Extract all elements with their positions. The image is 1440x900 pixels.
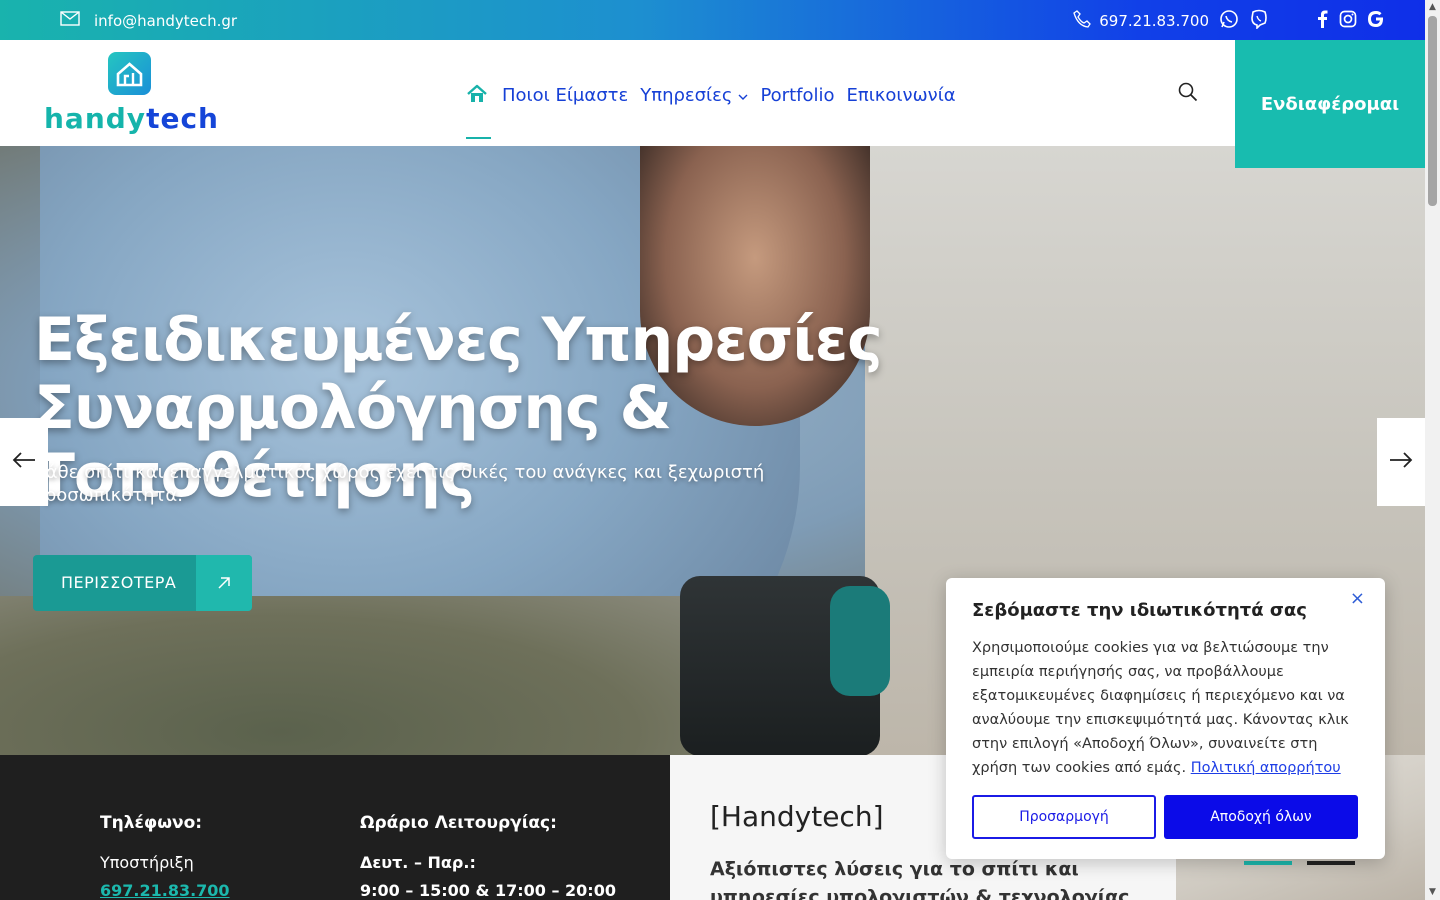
arrow-right-icon [1389, 451, 1413, 473]
viber-icon[interactable] [1249, 9, 1269, 33]
cookie-body: Χρησιμοποιούμε cookies για να βελτιώσουμ… [972, 636, 1364, 780]
contact-info-panel: Τηλέφωνο: Υποστήριξη 697.21.83.700 Ωράρι… [0, 755, 670, 900]
nav-portfolio[interactable]: Portfolio [760, 85, 834, 106]
hero-subtitle: Κάθε σπίτι και επαγγελματικός χώρος έχει… [34, 462, 765, 506]
whatsapp-icon[interactable] [1219, 9, 1239, 33]
scroll-up-icon[interactable]: ▲ [1428, 3, 1437, 12]
hours-column: Ωράριο Λειτουργίας: Δευτ. – Παρ.: 9:00 –… [360, 813, 616, 900]
privacy-policy-link[interactable]: Πολιτική απορρήτου [1191, 760, 1341, 776]
slider-next-button[interactable] [1377, 418, 1425, 506]
topbar-phone-text: 697.21.83.700 [1099, 12, 1209, 30]
logo-wordmark: handytech [44, 102, 219, 135]
nav-services-label: Υπηρεσίες [640, 84, 733, 106]
more-button-label: ΠΕΡΙΣΣΟΤΕΡΑ [61, 573, 177, 592]
instagram-icon[interactable] [1339, 10, 1357, 32]
phone-title: Τηλέφωνο: [100, 813, 203, 833]
site-logo[interactable]: handytech [44, 52, 219, 140]
scrollbar[interactable]: ▲ ▼ [1425, 0, 1440, 900]
brand-title: [Handytech] [710, 800, 884, 833]
chevron-down-icon [738, 85, 748, 106]
phone-link[interactable]: 697.21.83.700 [100, 881, 230, 900]
topbar-email[interactable]: info@handytech.gr [60, 11, 237, 30]
nav-contact[interactable]: Επικοινωνία [847, 85, 956, 106]
more-button[interactable]: ΠΕΡΙΣΣΟΤΕΡΑ [33, 555, 252, 611]
google-icon[interactable] [1367, 10, 1385, 32]
slider-dot[interactable] [1307, 861, 1355, 865]
topbar-email-text: info@handytech.gr [94, 11, 238, 30]
phone-icon [1073, 10, 1092, 32]
site-header: handytech Ποιοι Είμαστε Υπηρεσίες Portfo… [0, 40, 1425, 146]
logo-house-icon [108, 52, 151, 95]
home-icon[interactable] [466, 84, 491, 139]
hours-days: Δευτ. – Παρ.: [360, 853, 476, 872]
close-icon[interactable]: × [1350, 588, 1365, 609]
cookie-dialog: × Σεβόμαστε την ιδιωτικότητά σας Χρησιμο… [946, 578, 1385, 859]
nav-about[interactable]: Ποιοι Είμαστε [502, 85, 628, 106]
brand-tagline: Αξιόπιστες λύσεις για το σπίτι και υπηρε… [710, 858, 1130, 900]
slider-prev-button[interactable] [0, 418, 48, 506]
slider-dot-active[interactable] [1244, 861, 1292, 865]
customize-button[interactable]: Προσαρμογή [972, 795, 1156, 839]
interest-button[interactable]: Ενδιαφέρομαι [1235, 40, 1425, 168]
accept-all-button[interactable]: Αποδοχή όλων [1164, 795, 1358, 839]
hours-time: 9:00 – 15:00 & 17:00 – 20:00 [360, 881, 616, 900]
nav-services[interactable]: Υπηρεσίες [640, 85, 748, 106]
topbar-phone[interactable]: 697.21.83.700 [1073, 10, 1209, 32]
arrow-left-icon [12, 451, 36, 473]
hero-image-drill-accent [830, 586, 890, 696]
scrollbar-thumb[interactable] [1428, 16, 1437, 206]
hours-title: Ωράριο Λειτουργίας: [360, 813, 557, 833]
cookie-title: Σεβόμαστε την ιδιωτικότητά σας [972, 600, 1307, 621]
phone-column: Τηλέφωνο: Υποστήριξη 697.21.83.700 [100, 813, 230, 900]
phone-label: Υποστήριξη [100, 853, 194, 872]
scroll-down-icon[interactable]: ▼ [1428, 888, 1437, 897]
arrow-up-right-icon [196, 555, 252, 611]
facebook-icon[interactable] [1315, 10, 1329, 32]
hero-image-lower [0, 596, 700, 755]
mail-icon [60, 11, 80, 30]
cookie-body-text: Χρησιμοποιούμε cookies για να βελτιώσουμ… [972, 640, 1349, 776]
top-bar: info@handytech.gr 697.21.83.700 [0, 0, 1425, 40]
main-nav: Ποιοι Είμαστε Υπηρεσίες Portfolio Επικοι… [466, 84, 956, 139]
hero-title-line1: Εξειδικευμένες Υπηρεσίες [34, 305, 883, 375]
search-icon[interactable] [1178, 82, 1198, 106]
